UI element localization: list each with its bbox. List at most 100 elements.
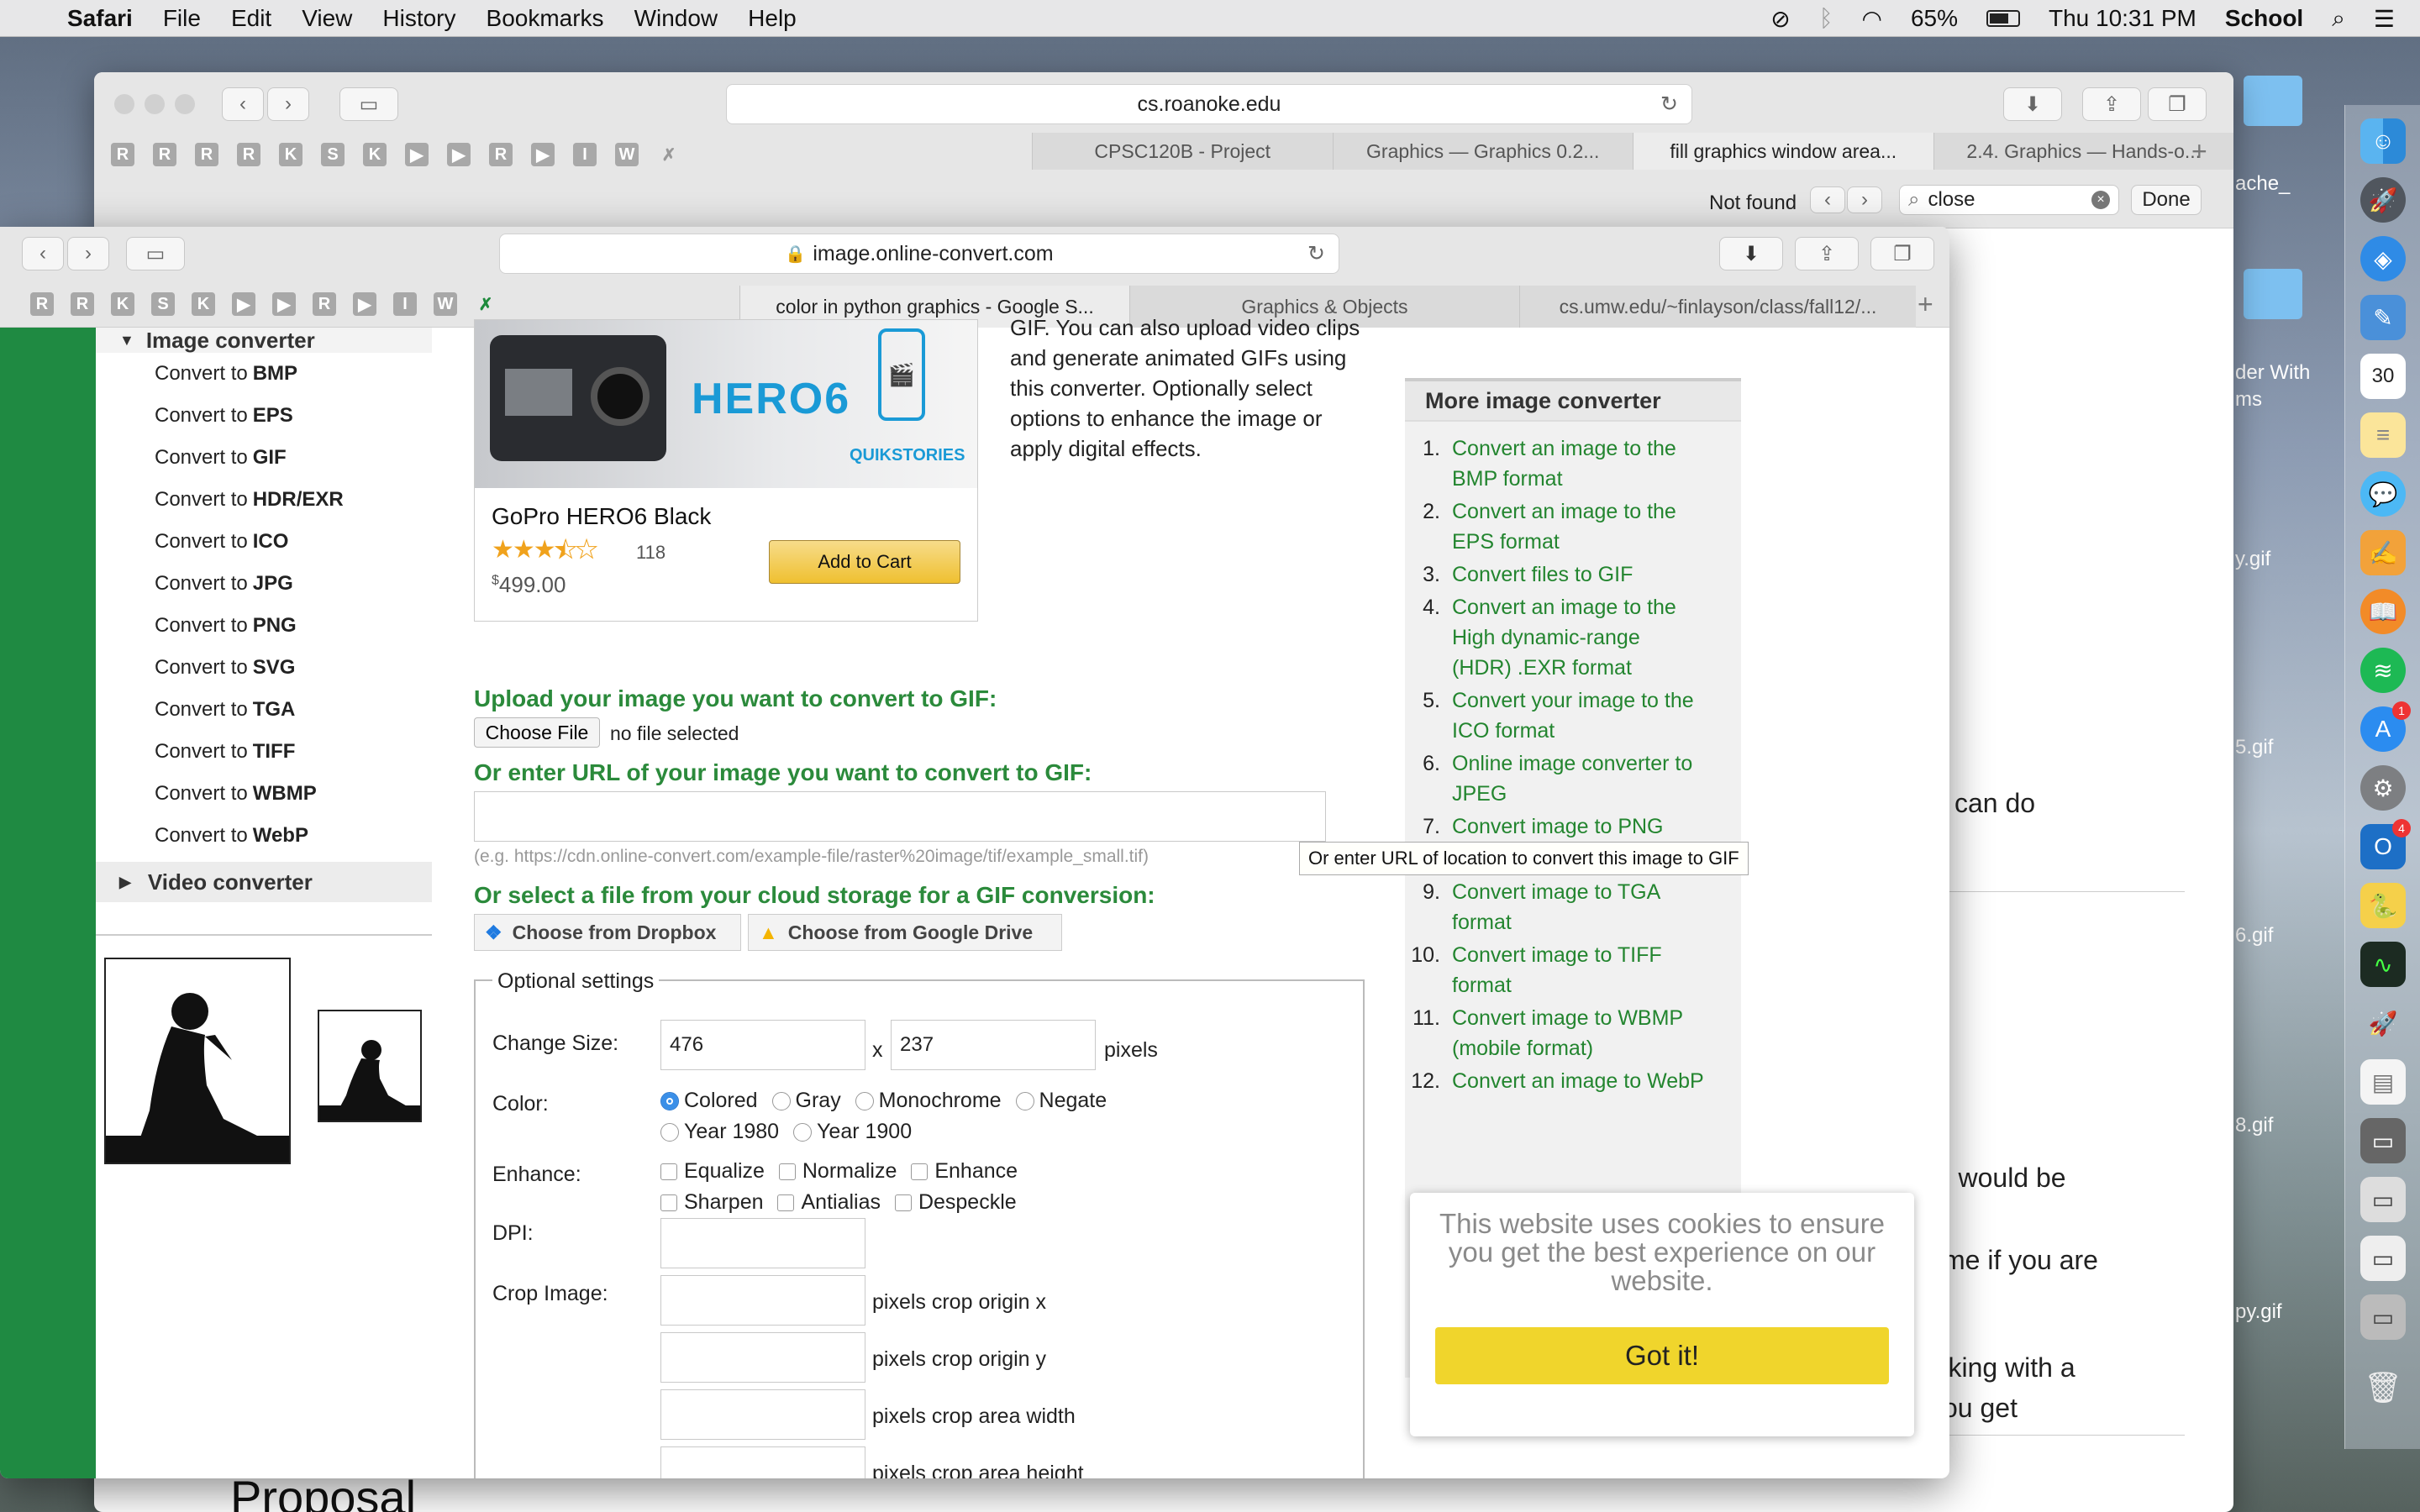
youtube-favicon-icon[interactable]: ▶ [232,292,255,316]
wifi-icon[interactable]: ◠ [1862,5,1882,33]
crop-height-input[interactable] [660,1446,865,1478]
menu-edit[interactable]: Edit [231,5,271,32]
crop-width-input[interactable] [660,1389,865,1440]
outlook-icon[interactable]: O4 [2360,819,2411,869]
favorite-icon[interactable]: S [151,292,175,316]
menu-history[interactable]: History [382,5,455,32]
enhance-normalize[interactable]: Normalize [778,1159,897,1183]
clock[interactable]: Thu 10:31 PM [2049,5,2196,32]
enhance-equalize[interactable]: Equalize [660,1159,765,1183]
color-option-negate[interactable]: Negate [1015,1089,1107,1112]
desktop-folder-icon[interactable] [2244,269,2302,319]
more-converter-link[interactable]: Convert an image to the BMP format [1452,433,1704,494]
nav-item-png[interactable]: Convert to PNG [96,605,432,647]
desktop-label[interactable]: der With [2235,361,2310,385]
nav-item-jpg[interactable]: Convert to JPG [96,563,432,605]
reload-icon[interactable]: ↻ [1660,92,1678,117]
nav-item-tiff[interactable]: Convert to TIFF [96,731,432,773]
preview-icon[interactable]: ✎ [2360,295,2406,340]
forward-button[interactable]: › [267,87,309,121]
system-preferences-icon[interactable]: ⚙ [2360,765,2406,811]
enhance-sharpen[interactable]: Sharpen [660,1190,764,1214]
minimize-window-button[interactable] [145,94,165,114]
clear-find-icon[interactable]: × [2091,191,2110,209]
cookie-accept-button[interactable]: Got it! [1435,1327,1889,1384]
back-button[interactable]: ‹ [222,87,264,121]
add-to-cart-button[interactable]: Add to Cart [769,540,960,584]
desktop-label[interactable]: 6.gif [2235,924,2273,948]
thumbnail-small[interactable] [318,1010,422,1122]
share-button[interactable]: ⇪ [1795,237,1859,270]
rocket-app-icon[interactable]: 🚀 [2360,1000,2406,1046]
nav-item-hdr-exr[interactable]: Convert to HDR/EXR [96,479,432,521]
desktop-label[interactable]: py.gif [2235,1300,2282,1324]
menu-file[interactable]: File [163,5,201,32]
youtube-favicon-icon[interactable]: ▶ [531,143,555,166]
review-count[interactable]: 118 [636,542,666,564]
bluetooth-icon[interactable]: ᛒ [1819,5,1833,32]
favorite-icon[interactable]: K [279,143,302,166]
favorite-icon[interactable]: W [615,143,639,166]
favorite-icon[interactable]: I [573,143,597,166]
nav-item-ico[interactable]: Convert to ICO [96,521,432,563]
favorite-icon[interactable]: R [489,143,513,166]
tabs-overview-button[interactable]: ❐ [1870,237,1934,270]
favorite-icon[interactable]: I [393,292,417,316]
more-converter-link[interactable]: Convert an image to WebP [1452,1066,1704,1096]
favorite-icon[interactable]: K [363,143,387,166]
favorite-icon[interactable]: K [111,292,134,316]
find-next-button[interactable]: › [1847,186,1882,213]
favorite-icon[interactable]: R [237,143,260,166]
app-store-icon[interactable]: A1 [2360,701,2411,752]
menu-help[interactable]: Help [748,5,797,32]
color-option-year-1900[interactable]: Year 1900 [793,1120,912,1143]
find-previous-button[interactable]: ‹ [1810,186,1845,213]
nav-header-video-converter[interactable]: ▶ Video converter [96,862,432,902]
more-converter-link[interactable]: Convert image to WBMP (mobile format) [1452,1003,1704,1063]
calendar-icon[interactable]: 30 [2360,354,2406,399]
sidebar-toggle-button[interactable]: ▭ [126,237,185,270]
color-option-colored[interactable]: Colored [660,1089,758,1112]
window-thumbnail-icon[interactable]: ▭ [2360,1236,2406,1281]
excel-favicon-icon[interactable]: ✗ [657,143,681,166]
notification-center-icon[interactable]: ☰ [2374,5,2395,33]
more-converter-link[interactable]: Online image converter to JPEG [1452,748,1704,809]
menu-view[interactable]: View [302,5,352,32]
new-tab-button[interactable]: + [1918,289,1933,320]
enhance-enhance[interactable]: Enhance [911,1159,1018,1183]
menu-bookmarks[interactable]: Bookmarks [487,5,604,32]
thumbnail-large[interactable] [104,958,291,1164]
menu-window[interactable]: Window [634,5,718,32]
nav-item-wbmp[interactable]: Convert to WBMP [96,773,432,815]
favorite-icon[interactable]: R [30,292,54,316]
find-done-button[interactable]: Done [2131,185,2202,215]
python-launcher-icon[interactable]: 🐍 [2360,883,2406,928]
launchpad-icon[interactable]: 🚀 [2360,177,2406,223]
battery-percent[interactable]: 65% [1911,5,1958,32]
window-thumbnail-icon[interactable]: ▭ [2360,1118,2406,1163]
nav-item-gif[interactable]: Convert to GIF [96,437,432,479]
desktop-label[interactable]: 5.gif [2235,736,2273,759]
youtube-favicon-icon[interactable]: ▶ [405,143,429,166]
nav-item-webp[interactable]: Convert to WebP [96,815,432,857]
youtube-favicon-icon[interactable]: ▶ [447,143,471,166]
nav-item-eps[interactable]: Convert to EPS [96,395,432,437]
dnd-icon[interactable]: ⊘ [1770,5,1790,33]
desktop-folder-icon[interactable] [2244,76,2302,126]
nav-item-svg[interactable]: Convert to SVG [96,647,432,689]
bg-tab[interactable]: fill graphics window area... [1633,133,1933,170]
fg-address-bar[interactable]: 🔒 image.online-convert.com ↻ [499,234,1339,274]
close-window-button[interactable] [114,94,134,114]
pages-icon[interactable]: ✍ [2360,530,2406,575]
google-drive-button[interactable]: ▲ Choose from Google Drive [748,914,1062,951]
more-converter-link[interactable]: Convert files to GIF [1452,559,1704,590]
choose-file-button[interactable]: Choose File [474,717,600,748]
tabs-overview-button[interactable]: ❐ [2148,87,2207,121]
favorite-icon[interactable]: S [321,143,345,166]
window-thumbnail-icon[interactable]: ▭ [2360,1294,2406,1340]
downloads-button[interactable]: ⬇ [1719,237,1783,270]
favorite-icon[interactable]: R [195,143,218,166]
window-thumbnail-icon[interactable]: ▭ [2360,1177,2406,1222]
dpi-input[interactable] [660,1218,865,1268]
youtube-favicon-icon[interactable]: ▶ [272,292,296,316]
